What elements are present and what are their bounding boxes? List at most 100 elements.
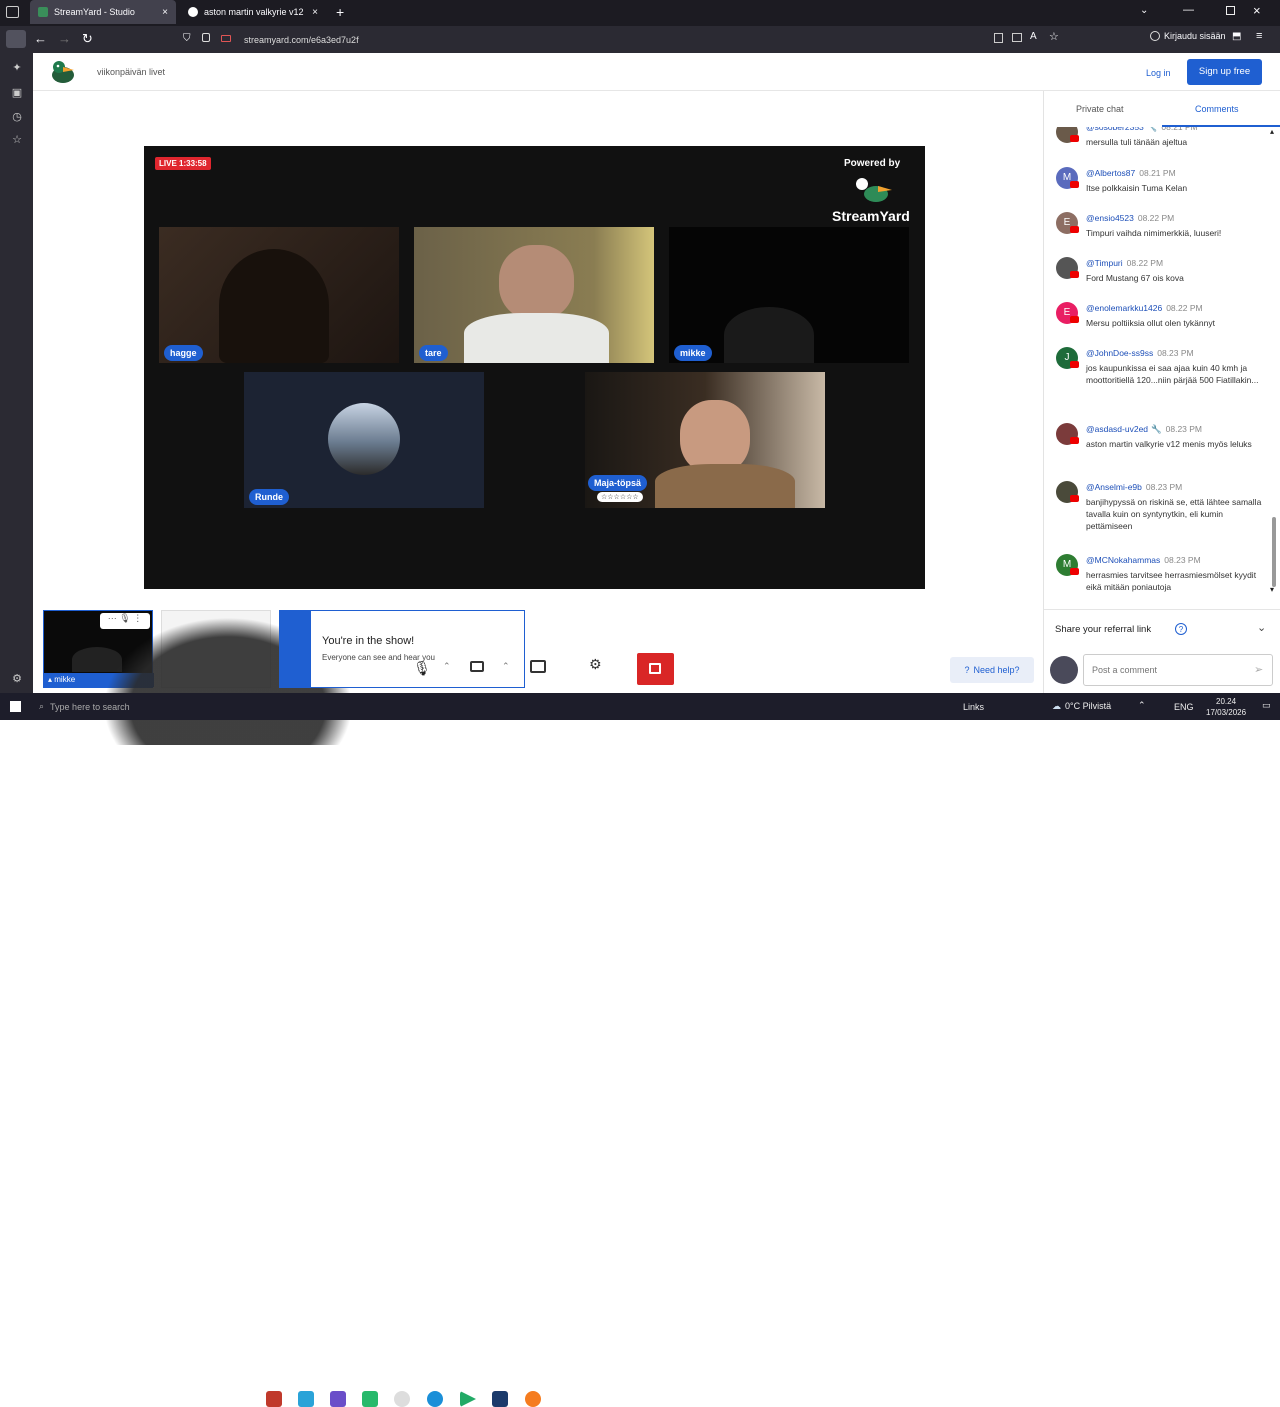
comment-username[interactable]: @Timpuri xyxy=(1086,258,1123,268)
ai-chatbot-icon[interactable]: ✦ xyxy=(10,61,24,75)
participant-silhouette xyxy=(680,400,750,474)
comment-username[interactable]: @JohnDoe-ss9ss xyxy=(1086,348,1153,358)
forward-icon[interactable]: → xyxy=(58,31,71,46)
participant-video[interactable]: Maja-töpsä ☆☆☆☆☆☆ xyxy=(585,372,825,508)
app-icon[interactable] xyxy=(394,1391,410,1407)
reload-icon[interactable]: ↻ xyxy=(82,31,93,47)
scroll-thumb[interactable] xyxy=(1272,517,1276,587)
comment-item[interactable]: @asdasd-uv2ed 🔧 08.23 PM aston martin valky… xyxy=(1056,423,1268,483)
windows-start-icon[interactable] xyxy=(10,701,21,712)
comment-text: Mersu poltiiksia ollut olen tykännyt xyxy=(1086,318,1215,328)
maximize-icon[interactable] xyxy=(1226,6,1235,15)
signup-button[interactable]: Sign up free xyxy=(1187,59,1262,85)
streamyard-logo-icon[interactable] xyxy=(49,59,77,85)
settings-button[interactable]: ⚙ xyxy=(589,656,602,673)
synced-tabs-icon[interactable]: ▣ xyxy=(10,86,24,100)
plus-icon[interactable]: + xyxy=(336,4,344,20)
scrollbar[interactable]: ▴ ▾ xyxy=(1269,127,1279,597)
comment-username[interactable]: @sosober2353 xyxy=(1086,127,1144,132)
lock-icon xyxy=(202,33,210,42)
comment-username[interactable]: @enolemarkku1426 xyxy=(1086,303,1162,313)
participant-video[interactable]: hagge xyxy=(159,227,399,363)
camera-button[interactable] xyxy=(470,661,484,672)
minimize-icon[interactable]: — xyxy=(1183,4,1194,16)
comment-text: Ford Mustang 67 ois kova xyxy=(1086,273,1184,283)
participant-video[interactable]: mikke xyxy=(669,227,909,363)
comment-username[interactable]: @asdasd-uv2ed xyxy=(1086,424,1148,434)
comment-input[interactable]: ➢ xyxy=(1083,654,1273,686)
tab-google[interactable]: aston martin valkyrie v12 - Goo × xyxy=(180,0,326,24)
save-to-pocket-icon[interactable] xyxy=(1012,33,1022,42)
comment-item[interactable]: M @MCNokahammas 08.23 PM herrasmies tarvits… xyxy=(1056,554,1268,597)
need-help-button[interactable]: ? Need help? xyxy=(950,657,1034,683)
referral-row[interactable]: Share your referral link ? ⌄ xyxy=(1044,609,1280,649)
history-icon[interactable]: ◷ xyxy=(10,110,24,124)
sidebar-toggle-icon[interactable] xyxy=(6,30,26,48)
participant-video[interactable]: Runde xyxy=(244,372,484,508)
comment-time: 08.22 PM xyxy=(1166,303,1203,313)
chevron-down-icon[interactable]: ⌄ xyxy=(1140,5,1148,16)
tab-title: StreamYard - Studio xyxy=(54,7,135,17)
chevron-down-icon[interactable]: ⌄ xyxy=(1257,621,1266,634)
weather-widget[interactable]: ☁ 0°C Pilvistä xyxy=(1052,701,1111,712)
address-bar[interactable]: streamyard.com/e6a3ed7u2f xyxy=(244,32,1044,48)
comment-item[interactable]: J @JohnDoe-ss9ss 08.23 PM jos kaupunkissa e… xyxy=(1056,347,1268,407)
app-icon[interactable] xyxy=(460,1391,476,1407)
close-tab-icon[interactable]: × xyxy=(162,7,168,18)
camera-options-chevron-icon[interactable]: ⌃ xyxy=(502,661,510,672)
scroll-up-icon[interactable]: ▴ xyxy=(1270,127,1274,136)
login-link[interactable]: Log in xyxy=(1146,68,1171,78)
app-icon[interactable] xyxy=(266,1391,282,1407)
app-icon[interactable] xyxy=(330,1391,346,1407)
menu-icon[interactable]: ≡ xyxy=(1256,30,1262,42)
shield-icon[interactable]: ⛉ xyxy=(183,33,191,44)
close-window-icon[interactable]: × xyxy=(1253,3,1261,18)
language-indicator[interactable]: ENG xyxy=(1174,702,1194,712)
edge-icon[interactable] xyxy=(427,1391,443,1407)
participant-cap xyxy=(724,307,814,363)
mic-button[interactable]: 🎙 xyxy=(411,657,433,679)
firefox-icon[interactable] xyxy=(525,1391,541,1407)
tray-chevron-icon[interactable]: ⌃ xyxy=(1138,700,1146,711)
tab-list-icon[interactable] xyxy=(6,6,19,18)
bookmark-star-icon[interactable]: ☆ xyxy=(1049,30,1059,43)
comment-username[interactable]: @Albertos87 xyxy=(1086,168,1135,178)
camera-permission-icon[interactable] xyxy=(221,35,231,42)
send-icon[interactable]: ➢ xyxy=(1254,663,1263,676)
comment-username[interactable]: @Anselmi-e9b xyxy=(1086,482,1142,492)
tab-comments[interactable]: Comments xyxy=(1195,104,1239,114)
participant-body xyxy=(464,313,609,363)
tab-title: aston martin valkyrie v12 - Goo xyxy=(204,7,306,17)
clock[interactable]: 20.24 17/03/2026 xyxy=(1206,696,1246,718)
mic-options-chevron-icon[interactable]: ⌃ xyxy=(443,661,451,672)
links-label[interactable]: Links xyxy=(963,702,984,712)
comment-item[interactable]: @Anselmi-e9b 08.23 PM banjihypyssä on risk… xyxy=(1056,481,1268,541)
settings-icon[interactable]: ⚙ xyxy=(10,672,24,686)
bookmarks-icon[interactable]: ☆ xyxy=(10,133,24,147)
participant-name-tag: Maja-töpsä xyxy=(588,475,648,491)
comment-list[interactable]: @sosober2353 🔧 08.21 PM mersulla tuli tänää… xyxy=(1044,127,1268,597)
comment-header: @Timpuri 08.22 PM xyxy=(1086,257,1266,269)
tab-streamyard[interactable]: StreamYard - Studio × xyxy=(30,0,176,24)
screen-share-button[interactable] xyxy=(530,660,546,673)
app-icon[interactable] xyxy=(362,1391,378,1407)
app-icon[interactable] xyxy=(298,1391,314,1407)
comment-input-field[interactable] xyxy=(1084,655,1244,685)
extensions-icon[interactable]: ⬒ xyxy=(1232,31,1241,42)
leave-studio-button[interactable] xyxy=(637,653,674,685)
back-icon[interactable]: ← xyxy=(34,31,47,46)
scroll-down-icon[interactable]: ▾ xyxy=(1270,585,1274,594)
comment-username[interactable]: @ensio4523 xyxy=(1086,213,1134,223)
steam-icon[interactable] xyxy=(492,1391,508,1407)
taskbar-search[interactable]: ⌕ Type here to search xyxy=(33,696,253,717)
notifications-icon[interactable]: ▭ xyxy=(1262,700,1271,711)
info-icon[interactable]: ? xyxy=(1175,623,1187,635)
reader-view-icon[interactable] xyxy=(994,33,1003,43)
account-button[interactable]: Kirjaudu sisään xyxy=(1150,31,1226,41)
participant-video[interactable]: tare xyxy=(414,227,654,363)
translate-icon[interactable]: A xyxy=(1030,31,1037,42)
comment-body: @asdasd-uv2ed 🔧 08.23 PM aston martin valky… xyxy=(1086,423,1266,450)
tab-private-chat[interactable]: Private chat xyxy=(1076,104,1124,114)
comment-username[interactable]: @MCNokahammas xyxy=(1086,555,1160,565)
close-tab-icon[interactable]: × xyxy=(312,7,318,18)
